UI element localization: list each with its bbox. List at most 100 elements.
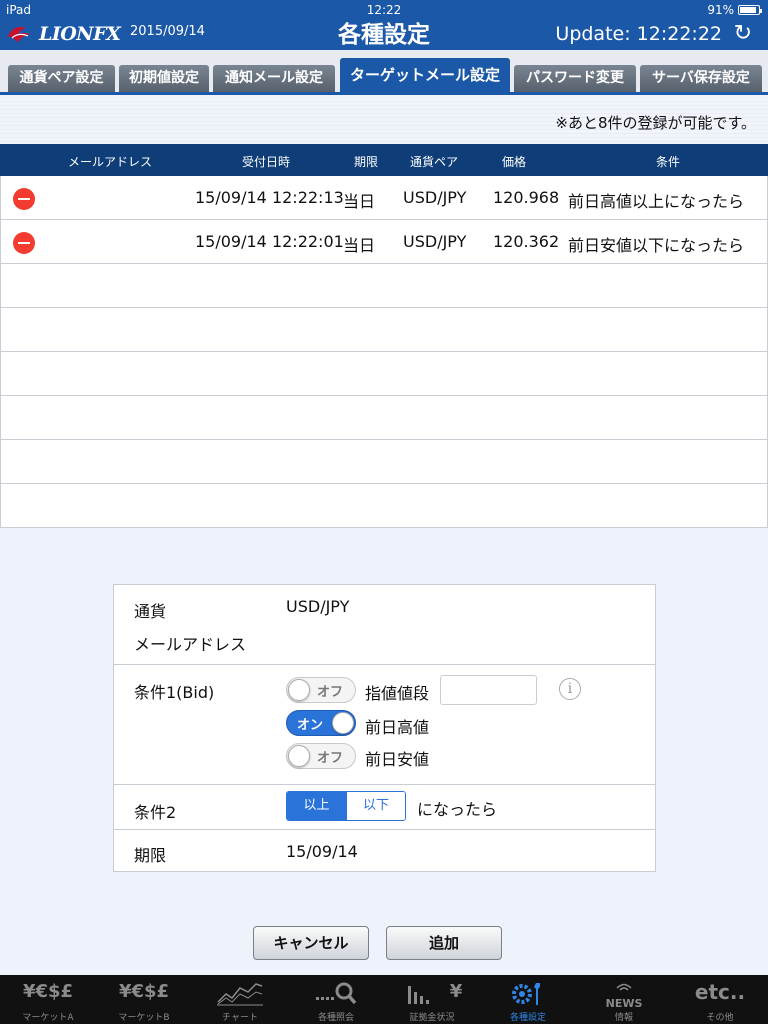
tabbar-label: 証拠金状況: [409, 1013, 455, 1023]
tabbar-label: 情報: [614, 1013, 633, 1023]
tabbar-settings[interactable]: 各種設定: [480, 975, 576, 1024]
app-header: LIONFX 2015/09/14 各種設定 Update: 12:22:22 …: [0, 20, 768, 50]
empty-row: [0, 396, 768, 440]
empty-row: [0, 484, 768, 528]
tab-password-change[interactable]: パスワード変更: [514, 65, 636, 92]
tabbar-label: 各種設定: [509, 1013, 546, 1023]
row-email: [49, 228, 189, 256]
email-label: メールアドレス: [134, 635, 247, 654]
email-field[interactable]: [286, 631, 516, 657]
toggle-state: オフ: [317, 751, 344, 766]
tabbar-label: マーケットB: [118, 1013, 170, 1023]
table-header: メールアドレス 受付日時 期限 通貨ペア 価格 条件: [0, 144, 768, 176]
toggle-knob: [332, 712, 354, 734]
tabbar-market-a[interactable]: ¥€$£ マーケットA: [0, 975, 96, 1024]
expiry-value[interactable]: 15/09/14: [286, 842, 358, 861]
col-datetime: 受付日時: [242, 155, 291, 169]
condition2-label: 条件2: [134, 803, 177, 822]
battery-icon: [738, 5, 762, 15]
toggle-state: オン: [297, 718, 324, 733]
col-email: メールアドレス: [68, 155, 153, 169]
above-below-segment: 以上 以下: [286, 791, 406, 821]
add-button[interactable]: 追加: [386, 926, 502, 960]
settings-tabs: 通貨ペア設定 初期値設定 通知メール設定 ターゲットメール設定 パスワード変更 …: [0, 50, 768, 95]
limit-price-toggle[interactable]: オフ: [286, 677, 356, 703]
toggle-knob: [288, 679, 310, 701]
row-datetime: 15/09/14 12:22:01: [195, 232, 344, 251]
row-pair: USD/JPY: [403, 188, 467, 207]
form-section-condition1: 条件1(Bid) オフ 指値値段 i オン 前日高値 オフ 前日安値: [114, 665, 655, 785]
battery-percent: 91%: [707, 3, 734, 17]
below-option[interactable]: 以下: [346, 792, 405, 820]
search-icon: [316, 982, 357, 1005]
bottom-tab-bar: ¥€$£ マーケットA ¥€$£ マーケットB チャート 各種照会 ¥ 証拠金状…: [0, 975, 768, 1024]
limit-price-label: 指値値段: [365, 684, 430, 703]
tabbar-market-b[interactable]: ¥€$£ マーケットB: [96, 975, 192, 1024]
gear-wrench-icon: [512, 983, 540, 1005]
chart-icon: [217, 983, 263, 1006]
target-mail-form: 通貨 USD/JPY メールアドレス 条件1(Bid) オフ 指値値段 i オン…: [113, 584, 656, 872]
row-price: 120.362: [493, 232, 560, 251]
table-row[interactable]: 15/09/14 12:22:01 当日 USD/JPY 120.362 前日安…: [0, 220, 768, 264]
update-time: Update: 12:22:22: [555, 23, 722, 45]
tabbar-label: 各種照会: [317, 1013, 354, 1023]
table-row[interactable]: 15/09/14 12:22:13 当日 USD/JPY 120.968 前日高…: [0, 176, 768, 220]
tabbar-label: マーケットA: [22, 1013, 74, 1023]
tabbar-label: その他: [706, 1013, 734, 1023]
registration-remaining: ※あと8件の登録が可能です。: [555, 114, 756, 132]
currency-value[interactable]: USD/JPY: [286, 597, 349, 616]
toggle-state: オフ: [317, 685, 344, 700]
wifi-signal-icon: [616, 983, 632, 991]
row-expiry: 当日: [343, 192, 376, 211]
prev-high-toggle[interactable]: オン: [286, 710, 356, 736]
currency-label: 通貨: [134, 602, 167, 621]
battery-status: 91%: [707, 3, 762, 17]
info-icon[interactable]: i: [559, 678, 581, 700]
tab-notification-mail[interactable]: 通知メール設定: [213, 65, 335, 92]
empty-row: [0, 352, 768, 396]
row-datetime: 15/09/14 12:22:13: [195, 188, 344, 207]
limit-price-input[interactable]: [440, 675, 537, 705]
form-section-basic: 通貨 USD/JPY メールアドレス: [114, 585, 655, 665]
cancel-button[interactable]: キャンセル: [253, 926, 369, 960]
col-expiry: 期限: [354, 155, 379, 169]
notice-bar: ※あと8件の登録が可能です。: [0, 98, 768, 144]
col-condition: 条件: [656, 155, 681, 169]
tab-currency-pair[interactable]: 通貨ペア設定: [8, 65, 115, 92]
row-condition: 前日高値以上になったら: [568, 192, 745, 211]
tabbar-other[interactable]: etc.. その他: [672, 975, 768, 1024]
row-email: [49, 184, 189, 212]
row-price: 120.968: [493, 188, 560, 207]
tabbar-label: チャート: [222, 1013, 258, 1023]
tab-target-mail[interactable]: ターゲットメール設定: [340, 58, 510, 92]
tabbar-news[interactable]: NEWS 情報: [576, 975, 672, 1024]
expiry-label: 期限: [134, 846, 167, 865]
clock: 12:22: [366, 3, 402, 17]
col-pair: 通貨ペア: [410, 155, 459, 169]
empty-row: [0, 264, 768, 308]
refresh-icon[interactable]: ↻: [734, 22, 752, 46]
tabbar-margin-status[interactable]: ¥ 証拠金状況: [384, 975, 480, 1024]
etc-icon: etc..: [694, 980, 746, 1004]
empty-row: [0, 440, 768, 484]
empty-row: [0, 308, 768, 352]
form-section-condition2: 条件2 以上 以下 になったら: [114, 785, 655, 830]
prev-low-toggle[interactable]: オフ: [286, 743, 356, 769]
form-section-expiry: 期限 15/09/14: [114, 830, 655, 872]
above-option[interactable]: 以上: [287, 792, 346, 820]
toggle-knob: [288, 745, 310, 767]
col-price: 価格: [502, 155, 527, 169]
tab-server-save[interactable]: サーバ保存設定: [640, 65, 762, 92]
prev-high-label: 前日高値: [365, 718, 430, 737]
tabbar-inquiry[interactable]: 各種照会: [288, 975, 384, 1024]
tab-initial-values[interactable]: 初期値設定: [119, 65, 209, 92]
condition2-suffix: になったら: [417, 800, 498, 819]
tabbar-chart[interactable]: チャート: [192, 975, 288, 1024]
row-pair: USD/JPY: [403, 232, 467, 251]
currency-icon: ¥€$£: [118, 981, 170, 1002]
row-expiry: 当日: [343, 236, 376, 255]
condition1-label: 条件1(Bid): [134, 683, 215, 702]
status-bar: iPad 12:22 91%: [0, 0, 768, 20]
delete-icon[interactable]: [13, 188, 35, 210]
delete-icon[interactable]: [13, 232, 35, 254]
